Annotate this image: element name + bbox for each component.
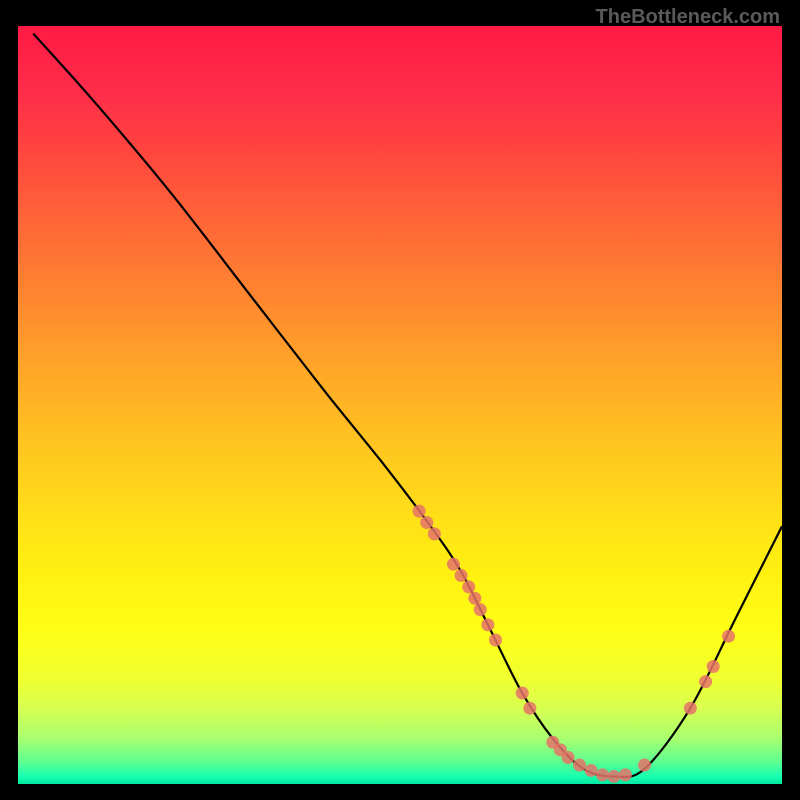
plot-area [18,26,782,784]
data-marker [462,580,475,593]
data-marker [523,702,536,715]
chart-svg [18,26,782,784]
data-marker [413,505,426,518]
data-marker [428,527,441,540]
data-marker [596,768,609,781]
curve-layer [33,34,782,777]
marker-layer [413,505,735,783]
data-marker [684,702,697,715]
data-marker [699,675,712,688]
data-marker [516,687,529,700]
data-marker [638,759,651,772]
data-marker [722,630,735,643]
data-marker [481,618,494,631]
data-marker [707,660,720,673]
data-marker [585,764,598,777]
data-marker [607,770,620,783]
data-marker [455,569,468,582]
watermark-text: TheBottleneck.com [596,6,780,29]
bottleneck-curve [33,34,782,777]
data-marker [619,768,632,781]
data-marker [420,516,433,529]
data-marker [468,592,481,605]
data-marker [562,751,575,764]
data-marker [447,558,460,571]
data-marker [573,759,586,772]
data-marker [474,603,487,616]
data-marker [489,633,502,646]
